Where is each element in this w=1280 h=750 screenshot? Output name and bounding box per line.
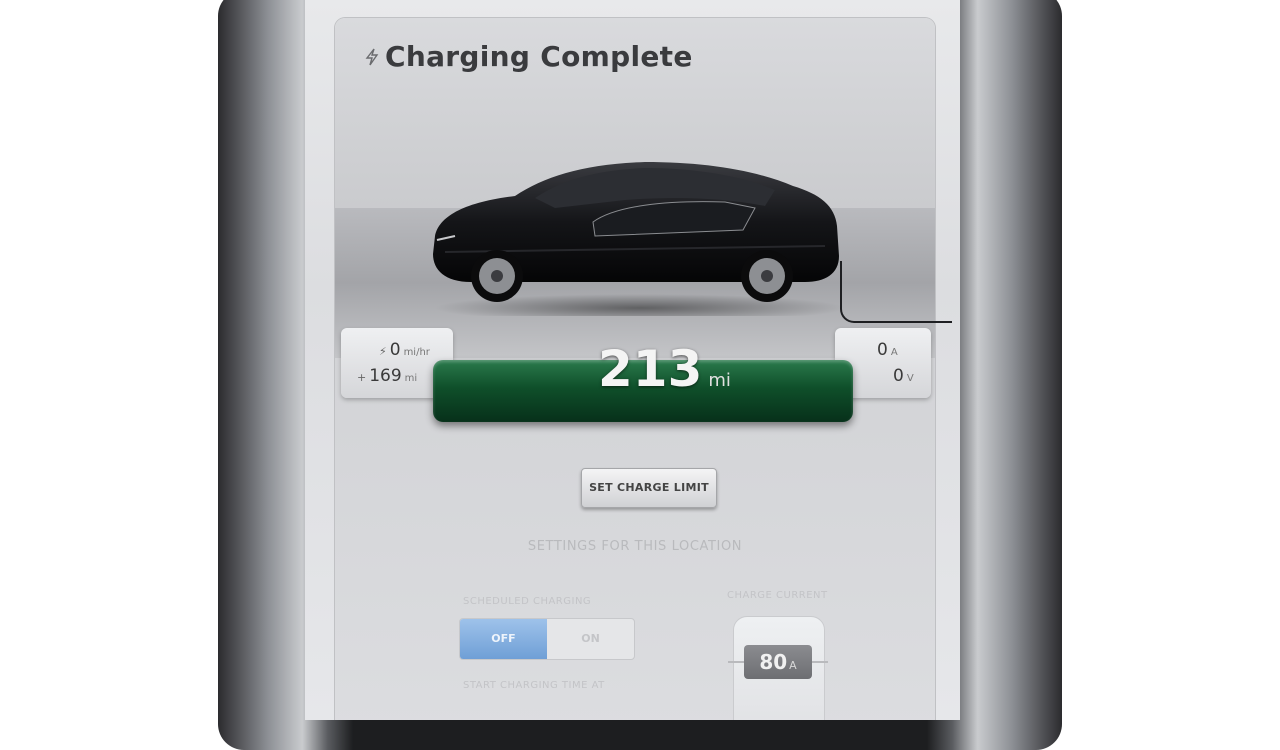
charge-current-dial[interactable]: 80 A [728,616,828,720]
charge-current-label: CHARGE CURRENT [727,590,828,601]
cable-icon [840,261,952,323]
bolt-icon [365,48,379,66]
range-value: 213 [598,340,703,398]
settings-heading: SETTINGS FOR THIS LOCATION [527,539,743,554]
voltage-value: 0 [893,366,904,386]
rate-icon: ⚡ [379,345,387,358]
voltage-unit: V [906,373,914,384]
current-value: 0 [877,340,888,360]
added-range-value: 169 [369,366,402,386]
charging-screen: Charging Complete ⚡ 0 mi/hr + 169 mi 0 A… [305,0,960,720]
toggle-off-option[interactable]: OFF [460,619,547,659]
added-range-unit: mi [404,373,418,384]
charge-current-unit: A [789,659,797,672]
set-charge-limit-button[interactable]: SET CHARGE LIMIT [581,468,717,508]
scheduled-charging-note: START CHARGING TIME AT [463,680,605,691]
charge-current-readout[interactable]: 80 A [744,645,812,679]
range-display: 213 mi [598,340,731,398]
car-image [425,136,855,322]
scheduled-charging-toggle[interactable]: OFF ON [459,618,635,660]
added-range-icon: + [357,371,367,384]
page-title: Charging Complete [365,40,693,73]
scheduled-charging-label: SCHEDULED CHARGING [463,596,592,607]
charge-current-value: 80 [759,650,788,674]
title-text: Charging Complete [385,40,693,73]
range-unit: mi [708,370,731,391]
current-unit: A [890,347,898,358]
rate-unit: mi/hr [403,347,430,358]
toggle-on-option[interactable]: ON [547,619,634,659]
rate-value: 0 [389,340,401,360]
charging-panel: Charging Complete ⚡ 0 mi/hr + 169 mi 0 A… [335,18,952,720]
